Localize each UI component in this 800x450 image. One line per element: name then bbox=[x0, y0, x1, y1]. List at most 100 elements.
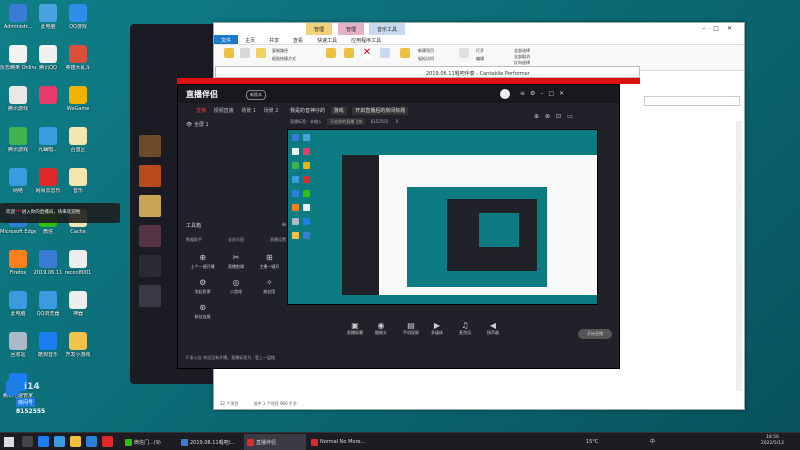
window-controls[interactable]: –□✕ bbox=[702, 25, 740, 32]
tab-file[interactable]: 文件 bbox=[214, 35, 239, 44]
edge-icon[interactable] bbox=[86, 436, 97, 447]
desktop-icon[interactable]: 神器 bbox=[60, 291, 96, 333]
ribbon-easy-access[interactable]: 轻松访问 bbox=[418, 56, 434, 62]
move-to-icon[interactable] bbox=[326, 48, 336, 58]
game-thumbnail[interactable] bbox=[139, 165, 161, 187]
source-control[interactable]: ◉ 摄像头 bbox=[375, 321, 387, 336]
task-app-icon bbox=[181, 439, 188, 446]
game-thumbnail[interactable] bbox=[139, 285, 161, 307]
welcome-prefix: 欢迎 bbox=[6, 210, 15, 215]
toolbox-item[interactable]: ⊛ 粉丝连接 bbox=[186, 303, 219, 320]
game-thumbnail[interactable] bbox=[139, 225, 161, 247]
search-icon[interactable] bbox=[22, 436, 33, 447]
cantabile-window-title[interactable]: 2019.06.11唱吧伴奏 - Cantabile Performer bbox=[215, 66, 640, 78]
explorer-titlebar[interactable]: 管理 管理 音乐工具 –□✕ bbox=[214, 23, 744, 35]
room-tag[interactable]: 游戏 bbox=[330, 107, 347, 115]
weather-temp[interactable]: 15°C bbox=[586, 439, 598, 445]
header-icons[interactable]: ≡⚙–□✕ bbox=[520, 90, 569, 97]
source-control[interactable]: ♫ 麦克风 bbox=[459, 321, 471, 336]
ribbon-copy-path[interactable]: 复制路径 bbox=[272, 48, 288, 54]
search-box[interactable] bbox=[644, 96, 740, 106]
tab-scene-1[interactable]: 场景 1 bbox=[241, 108, 256, 114]
game-thumbnail[interactable] bbox=[139, 195, 161, 217]
toolbox-item[interactable]: ✧ 粉丝团 bbox=[253, 278, 286, 295]
tab-live[interactable]: 直播 bbox=[196, 108, 206, 114]
room-title[interactable]: 我是的音神仔的 bbox=[290, 108, 325, 114]
pin-icon[interactable] bbox=[224, 48, 234, 58]
tool-icon: ⊛ bbox=[199, 303, 207, 312]
app-icon bbox=[39, 168, 57, 186]
ribbon-edit[interactable]: 编辑 bbox=[476, 56, 484, 62]
taskbar-task[interactable]: 微信门...(9) bbox=[122, 434, 176, 450]
tab-video-live[interactable]: 视频直播 bbox=[214, 108, 234, 114]
desktop-icon[interactable]: WeGame bbox=[60, 86, 96, 128]
tab-share[interactable]: 共享 bbox=[262, 35, 286, 44]
tool-live-settings[interactable]: 直播设置 bbox=[270, 237, 286, 243]
tool-label: 发起投票 bbox=[194, 289, 211, 294]
tool-label: 粉丝连接 bbox=[194, 314, 211, 319]
taskbar-app-icon[interactable] bbox=[54, 436, 65, 447]
game-thumbnail[interactable] bbox=[139, 135, 161, 157]
taskbar-app-icon[interactable] bbox=[38, 436, 49, 447]
toolbox-item[interactable]: ✂ 直播剪辑 bbox=[219, 253, 252, 270]
stream-category[interactable]: 开启你的直播飞快 bbox=[327, 118, 366, 125]
app-icon bbox=[69, 332, 87, 350]
ribbon-new-item[interactable]: 新建项目 bbox=[418, 48, 434, 54]
go-live-button[interactable]: 开始直播 bbox=[578, 329, 612, 339]
source-control[interactable]: ◀ 扬声器 bbox=[487, 321, 499, 336]
desktop-icon[interactable]: 开发小游戏 bbox=[60, 332, 96, 374]
source-control[interactable]: ▶ 多媒体 bbox=[431, 321, 443, 336]
ribbon-open[interactable]: 打开 bbox=[476, 48, 484, 54]
tab-quick-tools[interactable]: 快速工具 bbox=[310, 35, 344, 44]
desktop-icon[interactable]: QQ游戏 bbox=[60, 4, 96, 46]
toolbox-item[interactable]: ◎ 小游戏 bbox=[219, 278, 252, 295]
tab-app-tools[interactable]: 应用程序工具 bbox=[344, 35, 388, 44]
app-icon bbox=[39, 250, 57, 268]
toolbox-item[interactable]: ⊞ 主播一键开 bbox=[253, 253, 286, 270]
rename-icon[interactable] bbox=[380, 48, 390, 58]
room-edit-hint[interactable]: 开启直播后的房间标题 bbox=[352, 107, 409, 115]
scene-item[interactable]: 👁 全屏 1 bbox=[186, 121, 209, 128]
toolbox-item[interactable]: ⚙ 发起投票 bbox=[186, 278, 219, 295]
context-tab-music-tools[interactable]: 音乐工具 bbox=[369, 23, 406, 35]
source-control[interactable]: ▤ 手机投屏 bbox=[403, 321, 419, 336]
version-badge[interactable]: 新版本 bbox=[246, 90, 266, 100]
copy-icon[interactable] bbox=[240, 48, 250, 58]
taskbar-task[interactable]: 2019.06.11唱吧/... bbox=[178, 434, 242, 450]
tab-view[interactable]: 查看 bbox=[286, 35, 310, 44]
desktop-icon[interactable]: 英雄大乱斗 bbox=[60, 45, 96, 87]
tab-home[interactable]: 主页 bbox=[238, 35, 262, 44]
start-button[interactable] bbox=[4, 437, 14, 447]
properties-icon[interactable] bbox=[459, 48, 469, 58]
toolbox-more-icon[interactable]: ⊖ bbox=[282, 222, 286, 229]
desktop-icon[interactable]: recon8001 bbox=[60, 250, 96, 292]
input-language[interactable]: 中 bbox=[650, 439, 655, 445]
new-folder-icon[interactable] bbox=[400, 48, 410, 58]
live-companion-window[interactable]: 直播伴侣 新版本 ≡⚙–□✕ 直播 视频直播 场景 1 场景 2 👁 全屏 1 … bbox=[177, 84, 620, 369]
paste-icon[interactable] bbox=[256, 48, 266, 58]
system-tray[interactable]: 15°C 中 bbox=[586, 438, 655, 445]
toolbox-item[interactable]: ⊕ 上个一键开播 bbox=[186, 253, 219, 270]
delete-icon[interactable]: ✕ bbox=[362, 48, 372, 58]
preview-tools[interactable]: ⊕⊗⊡▭ bbox=[534, 113, 579, 120]
scrollbar[interactable] bbox=[736, 121, 742, 391]
taskbar-app-icon[interactable] bbox=[102, 436, 113, 447]
desktop-icon[interactable]: 合盟区 bbox=[60, 127, 96, 169]
source-controls: ▣ 直播屏幕 ◉ 摄像头 ▤ 手机投屏 ▶ 多媒体 ♫ 麦克风 ◀ 扬声器 bbox=[287, 321, 617, 343]
folder-icon[interactable] bbox=[70, 436, 81, 447]
tool-data-assistant[interactable]: 数据助手 bbox=[186, 237, 202, 243]
tab-scene-2[interactable]: 场景 2 bbox=[264, 108, 279, 114]
source-control[interactable]: ▣ 直播屏幕 bbox=[347, 321, 363, 336]
context-tab-manage[interactable]: 管理 bbox=[306, 23, 333, 35]
context-tab-manage-2[interactable]: 管理 bbox=[338, 23, 365, 35]
ribbon-paste-shortcut[interactable]: 粘贴快捷方式 bbox=[272, 56, 296, 62]
taskbar-task[interactable]: 直播伴侣 bbox=[244, 434, 306, 450]
game-thumbnail[interactable] bbox=[139, 255, 161, 277]
stream-preview[interactable] bbox=[287, 129, 598, 305]
taskbar-task[interactable]: Normal No More... bbox=[308, 434, 378, 450]
avatar[interactable] bbox=[500, 89, 510, 99]
stream-tag-label[interactable]: 直播标签：未输入 bbox=[290, 119, 322, 124]
tool-all-people[interactable]: 全民乐园 bbox=[228, 237, 244, 243]
copy-to-icon[interactable] bbox=[344, 48, 354, 58]
clock[interactable]: 18:56 2022/5/12 bbox=[761, 435, 784, 447]
